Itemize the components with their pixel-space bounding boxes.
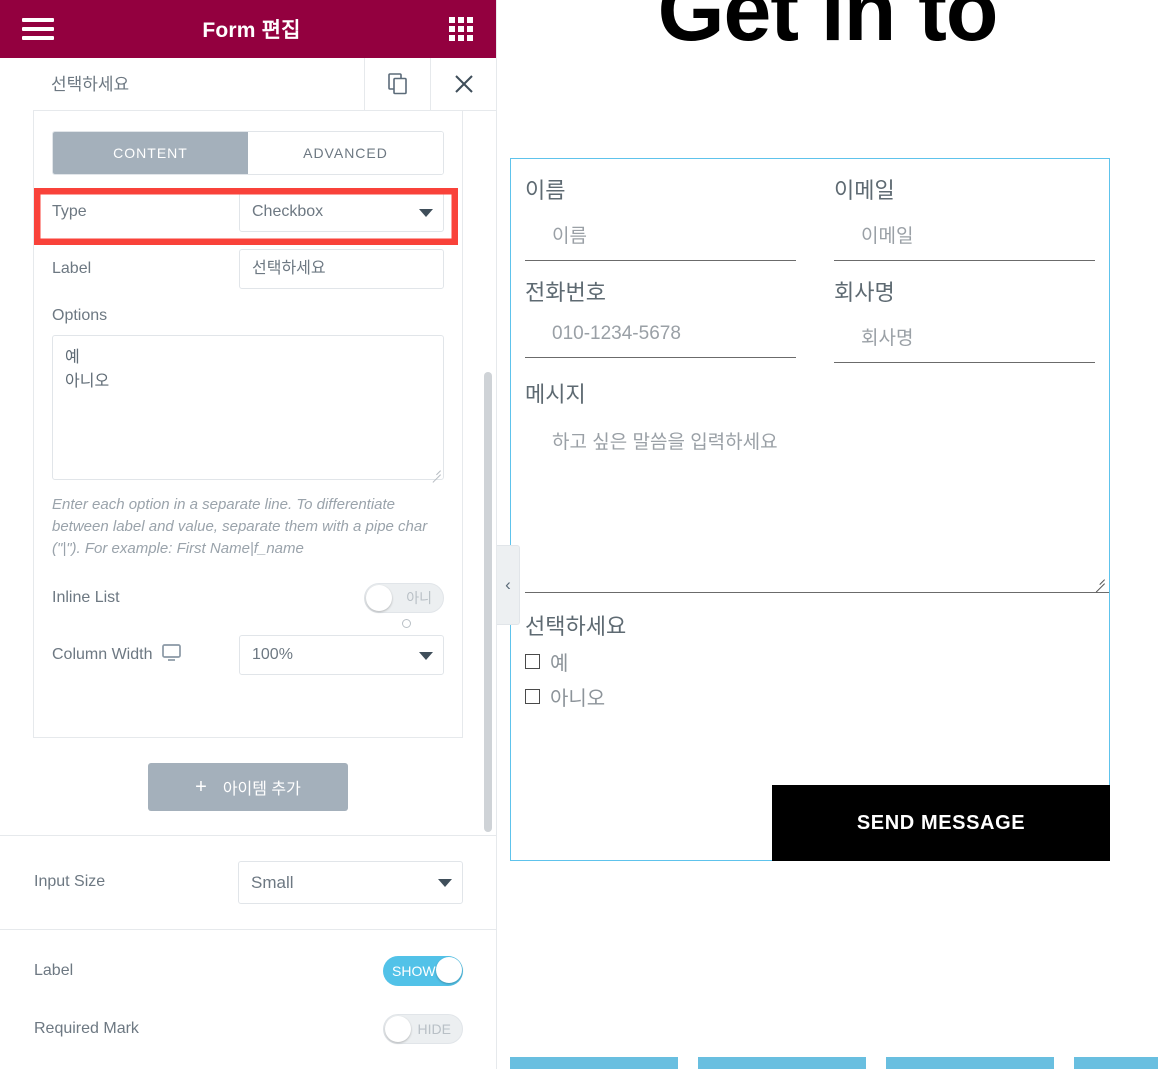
toggle-knob (366, 584, 392, 611)
form-item-title: 선택하세요 (33, 57, 365, 111)
field-email: 이메일 이메일 (810, 159, 1109, 261)
inline-list-state: 아니 (406, 589, 432, 606)
panel-header: Form 편집 (0, 0, 496, 58)
tab-advanced[interactable]: ADVANCED (248, 132, 443, 174)
bottom-bar (698, 1057, 866, 1069)
field-message-label: 메시지 (525, 382, 586, 407)
field-phone-input[interactable]: 010-1234-5678 (525, 313, 796, 358)
show-label-toggle[interactable]: SHOW (383, 956, 463, 986)
settings-tabs: CONTENT ADVANCED (52, 131, 444, 175)
inline-list-row: Inline List 아니 (34, 582, 462, 628)
required-mark-row: Required Mark HIDE (0, 1013, 496, 1045)
field-message: 메시지 하고 싶은 말씀을 입력하세요 (511, 363, 1109, 593)
column-width-value: 100% (252, 645, 293, 663)
resize-handle-icon[interactable] (429, 465, 441, 477)
plus-icon: + (195, 776, 207, 798)
panel-scrollbar[interactable] (484, 372, 492, 832)
tab-content[interactable]: CONTENT (53, 132, 248, 174)
page-title: Form 편집 (202, 19, 301, 42)
column-width-label: Column Width (52, 645, 153, 663)
show-label-state: SHOW (392, 963, 436, 979)
input-size-row: Input Size Small (0, 858, 496, 906)
show-label-row: Label SHOW (0, 955, 496, 987)
field-name: 이름 이름 (511, 159, 810, 261)
checkbox-option-no[interactable]: 아니오 (525, 682, 1109, 711)
input-size-value: Small (251, 872, 294, 892)
form-row-2: 전화번호 010-1234-5678 회사명 회사명 (511, 261, 1109, 363)
bottom-bar (1074, 1057, 1158, 1069)
bottom-bar (510, 1057, 678, 1069)
grid-icon[interactable] (449, 17, 475, 41)
field-message-textarea[interactable]: 하고 싶은 말씀을 입력하세요 (525, 415, 1109, 593)
type-select[interactable]: Checkbox (239, 192, 444, 232)
section-divider (0, 929, 496, 930)
field-phone: 전화번호 010-1234-5678 (511, 261, 810, 363)
field-email-input[interactable]: 이메일 (834, 211, 1095, 261)
form-row-1: 이름 이름 이메일 이메일 (511, 159, 1109, 261)
duplicate-icon[interactable] (365, 57, 431, 111)
panel-collapse-handle[interactable]: ‹ (497, 545, 520, 625)
bottom-bar (886, 1057, 1054, 1069)
hamburger-icon[interactable] (22, 18, 54, 40)
checkbox-group-title: 선택하세요 (525, 614, 627, 639)
chevron-down-icon (438, 879, 452, 887)
field-name-label: 이름 (525, 178, 566, 203)
form-item-header: 선택하세요 (33, 57, 496, 111)
column-width-row: Column Width 100% (34, 634, 462, 675)
field-phone-label: 전화번호 (525, 280, 606, 305)
label-label: Label (52, 260, 92, 277)
field-company-input[interactable]: 회사명 (834, 313, 1095, 363)
type-label: Type (52, 203, 87, 220)
form-row-3: 메시지 하고 싶은 말씀을 입력하세요 (511, 363, 1109, 593)
hero-title: Get in to (657, 0, 999, 59)
desktop-icon[interactable] (162, 643, 182, 666)
resize-handle-icon[interactable] (1093, 574, 1105, 586)
required-mark-state: HIDE (417, 1021, 451, 1037)
type-select-value: Checkbox (252, 203, 324, 220)
field-message-placeholder: 하고 싶은 말씀을 입력하세요 (552, 432, 778, 453)
label-input-value: 선택하세요 (239, 249, 444, 289)
checkbox-icon[interactable] (525, 654, 540, 669)
checkbox-option-yes[interactable]: 예 (525, 647, 1109, 676)
options-textarea[interactable]: 예 아니오 (52, 335, 444, 480)
tooltip-anchor-dot (402, 618, 411, 628)
checkbox-option-label: 아니오 (550, 688, 606, 710)
chevron-down-icon (419, 209, 433, 217)
add-item-button[interactable]: + 아이템 추가 (148, 763, 348, 811)
type-row: Type Checkbox (34, 192, 462, 232)
field-company: 회사명 회사명 (810, 261, 1109, 363)
checkbox-group: 선택하세요 예 아니오 (511, 593, 1109, 711)
required-mark-toggle[interactable]: HIDE (383, 1014, 463, 1044)
add-item-label: 아이템 추가 (222, 781, 301, 798)
required-mark-label: Required Mark (34, 1020, 139, 1037)
close-icon[interactable] (431, 58, 496, 111)
form-editor-panel: Form 편집 선택하세요 CONTENT ADVANCED Type Chec… (0, 0, 497, 1069)
show-label-label: Label (34, 962, 74, 979)
inline-list-toggle[interactable]: 아니 (364, 582, 444, 613)
bottom-placeholder-bars (497, 1053, 1158, 1069)
column-width-select[interactable]: 100% (239, 634, 444, 675)
field-name-input[interactable]: 이름 (525, 211, 796, 261)
chevron-left-icon: ‹ (505, 575, 511, 594)
checkbox-icon[interactable] (525, 689, 540, 704)
input-size-label: Input Size (34, 873, 106, 890)
label-input[interactable]: 선택하세요 (239, 249, 444, 289)
checkbox-option-label: 예 (550, 653, 569, 675)
field-company-label: 회사명 (834, 280, 895, 305)
send-message-button[interactable]: SEND MESSAGE (772, 785, 1110, 861)
options-label: Options (52, 307, 108, 324)
options-textarea-value: 예 아니오 (52, 335, 444, 480)
field-email-label: 이메일 (834, 178, 895, 203)
form-preview: Get in to 이름 이름 이메일 이메일 전화번호 010-1234-56… (497, 0, 1158, 1069)
content-settings-card: CONTENT ADVANCED Type Checkbox Label 선택하… (33, 111, 463, 738)
label-row: Label 선택하세요 (34, 249, 462, 289)
section-divider (0, 835, 496, 836)
inline-list-label: Inline List (52, 588, 120, 606)
toggle-knob (385, 1016, 411, 1042)
chevron-down-icon (419, 651, 433, 660)
options-help-text: Enter each option in a separate line. To… (52, 496, 428, 558)
toggle-knob (436, 957, 462, 983)
contact-form: 이름 이름 이메일 이메일 전화번호 010-1234-5678 회사명 회사명 (510, 158, 1110, 861)
input-size-select[interactable]: Small (238, 860, 463, 904)
